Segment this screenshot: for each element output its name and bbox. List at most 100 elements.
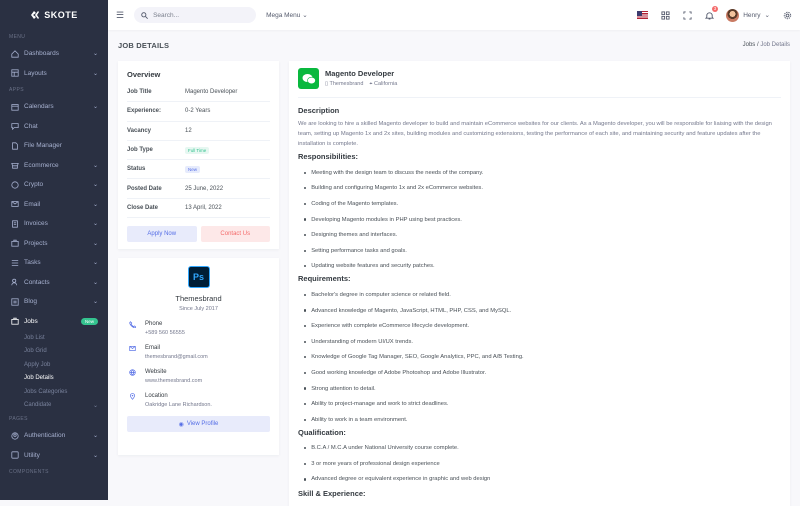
contact-value[interactable]: www.themesbrand.com <box>145 378 202 384</box>
sidebar-item-projects[interactable]: Projects ⌄ <box>0 234 108 254</box>
chevron-down-icon: ⌄ <box>92 162 98 169</box>
sidebar-item-label: File Manager <box>24 142 62 150</box>
responsibilities-heading: Responsibilities: <box>298 152 359 161</box>
sidebar-item-label: Ecommerce <box>24 161 59 169</box>
tasks-icon <box>10 258 19 267</box>
contact-us-button[interactable]: Contact Us <box>200 226 270 243</box>
sidebar-subitem-label: Candidate <box>24 402 52 409</box>
job-details-card: Magento Developer ▯ Themesbrand ⌖ Califor… <box>289 61 790 506</box>
user-circle-icon <box>10 431 19 440</box>
list-item: Experience with complete eCommerce lifec… <box>298 318 781 334</box>
map-pin-icon <box>129 393 137 408</box>
sidebar-item-email[interactable]: Email ⌄ <box>0 195 108 215</box>
list-item: Advanced knowledge of Magento, JavaScrip… <box>298 303 781 319</box>
chevron-down-icon: ⌄ <box>92 182 98 189</box>
brand-logo[interactable]: SKOTE <box>0 0 108 30</box>
view-profile-button[interactable]: ◉ View Profile <box>127 416 270 432</box>
sidebar-item-layouts[interactable]: Layouts ⌄ <box>0 64 108 84</box>
overview-row: Close Date 13 April, 2022 <box>127 199 270 219</box>
sidebar-item-dashboards[interactable]: Dashboards ⌄ <box>0 44 108 64</box>
job-location: California <box>374 81 398 87</box>
list-item: Building and configuring Magento 1x and … <box>298 181 781 197</box>
chevron-down-icon: ⌄ <box>92 402 98 409</box>
list-item: Bachelor's degree in computer science or… <box>298 287 781 303</box>
list-item: Good working knowledge of Adobe Photosho… <box>298 365 781 381</box>
sidebar: SKOTE MENU Dashboards ⌄ Layouts ⌄ APPS Cal… <box>0 0 108 500</box>
sidebar-item-blog[interactable]: Blog ⌄ <box>0 292 108 312</box>
apply-now-button[interactable]: Apply Now <box>127 226 197 243</box>
breadcrumb-current: Job Details <box>760 42 790 48</box>
sidebar-item-label: Contacts <box>24 278 50 286</box>
page-title-bar: JOB DETAILS Jobs / Job Details <box>118 38 790 52</box>
sidebar-item-crypto[interactable]: Crypto ⌄ <box>0 175 108 195</box>
search-input[interactable]: Search... <box>134 7 257 23</box>
sidebar-item-calendars[interactable]: Calendars ⌄ <box>0 97 108 117</box>
overview-value: 12 <box>185 127 192 134</box>
gear-icon[interactable] <box>782 10 792 20</box>
sidebar-item-label: Tasks <box>24 259 41 267</box>
sidebar-item-invoices[interactable]: Invoices ⌄ <box>0 214 108 234</box>
sidebar-item-file-manager[interactable]: File Manager <box>0 136 108 156</box>
sidebar-subitem-job-list[interactable]: Job List <box>0 331 108 345</box>
sidebar-subitem-job-grid[interactable]: Job Grid <box>0 345 108 359</box>
hamburger-menu-icon[interactable]: ☰ <box>116 10 124 21</box>
mega-menu-dropdown[interactable]: Mega Menu ⌄ <box>266 11 308 19</box>
invoice-icon <box>10 219 19 228</box>
overview-key: Close Date <box>127 204 159 211</box>
sidebar-item-ecommerce[interactable]: Ecommerce ⌄ <box>0 156 108 176</box>
bell-icon[interactable]: 3 <box>704 6 719 20</box>
sidebar-item-label: Dashboards <box>24 50 60 58</box>
contact-value: +589 560 56555 <box>145 330 185 336</box>
sidebar-item-label: Authentication <box>24 432 66 440</box>
sidebar-item-utility[interactable]: Utility ⌄ <box>0 446 108 466</box>
contact-label: Phone <box>145 321 163 327</box>
chevron-down-icon: ⌄ <box>92 221 98 228</box>
sidebar-item-chat[interactable]: Chat <box>0 117 108 137</box>
fullscreen-icon[interactable] <box>682 10 692 20</box>
sidebar-subitem-jobs-categories[interactable]: Jobs Categories <box>0 385 108 399</box>
file-icon <box>10 141 19 150</box>
apps-grid-icon[interactable] <box>660 10 670 20</box>
job-type-badge: Full Time <box>185 146 210 154</box>
sidebar-subitem-candidate[interactable]: Candidate ⌄ <box>0 399 108 413</box>
list-item: Coding of the Magento templates. <box>298 196 781 212</box>
calendar-icon <box>10 102 19 111</box>
company-meta: ▯ Themesbrand <box>325 81 363 88</box>
notification-count-badge: 3 <box>711 6 719 12</box>
user-menu[interactable]: Henry ⌄ <box>726 8 770 22</box>
sidebar-item-jobs[interactable]: Jobs New <box>0 312 108 332</box>
job-title: Magento Developer <box>325 69 395 78</box>
us-flag-icon[interactable] <box>637 11 649 19</box>
avatar <box>726 8 740 22</box>
contact-email: Email themesbrand@gmail.com <box>127 345 270 360</box>
chevron-down-icon: ⌄ <box>92 260 98 267</box>
company-name: Themesbrand <box>175 294 222 303</box>
contact-value: Oakridge Lane Richardson. <box>145 402 212 408</box>
contact-website: Website www.themesbrand.com <box>127 369 270 384</box>
blog-icon <box>10 297 19 306</box>
sidebar-item-authentication[interactable]: Authentication ⌄ <box>0 426 108 446</box>
map-pin-icon: ⌖ <box>369 81 373 87</box>
sidebar-item-label: Invoices <box>24 220 48 228</box>
sidebar-subitem-job-details[interactable]: Job Details <box>0 372 108 386</box>
brand-name: SKOTE <box>44 10 78 20</box>
overview-row: Experience: 0-2 Years <box>127 102 270 122</box>
overview-key: Experience: <box>127 108 162 115</box>
chevron-down-icon: ⌄ <box>92 70 98 77</box>
overview-key: Status <box>127 166 146 173</box>
overview-key: Job Title <box>127 89 152 96</box>
requirements-heading: Requirements: <box>298 274 351 284</box>
breadcrumb-jobs[interactable]: Jobs <box>743 42 756 48</box>
description-text: We are looking to hire a skilled Magento… <box>298 121 772 147</box>
briefcase-icon <box>10 317 19 326</box>
user-name: Henry <box>743 11 761 19</box>
sidebar-item-contacts[interactable]: Contacts ⌄ <box>0 273 108 293</box>
overview-row: Job Type Full Time <box>127 141 270 161</box>
sidebar-subitem-apply-job[interactable]: Apply Job <box>0 358 108 372</box>
list-item: Developing Magento modules in PHP using … <box>298 212 781 228</box>
contact-location: Location Oakridge Lane Richardson. <box>127 393 270 408</box>
sidebar-item-tasks[interactable]: Tasks ⌄ <box>0 253 108 273</box>
job-header: Magento Developer ▯ Themesbrand ⌖ Califor… <box>298 68 781 98</box>
contact-value[interactable]: themesbrand@gmail.com <box>145 354 208 360</box>
users-icon <box>10 278 19 287</box>
